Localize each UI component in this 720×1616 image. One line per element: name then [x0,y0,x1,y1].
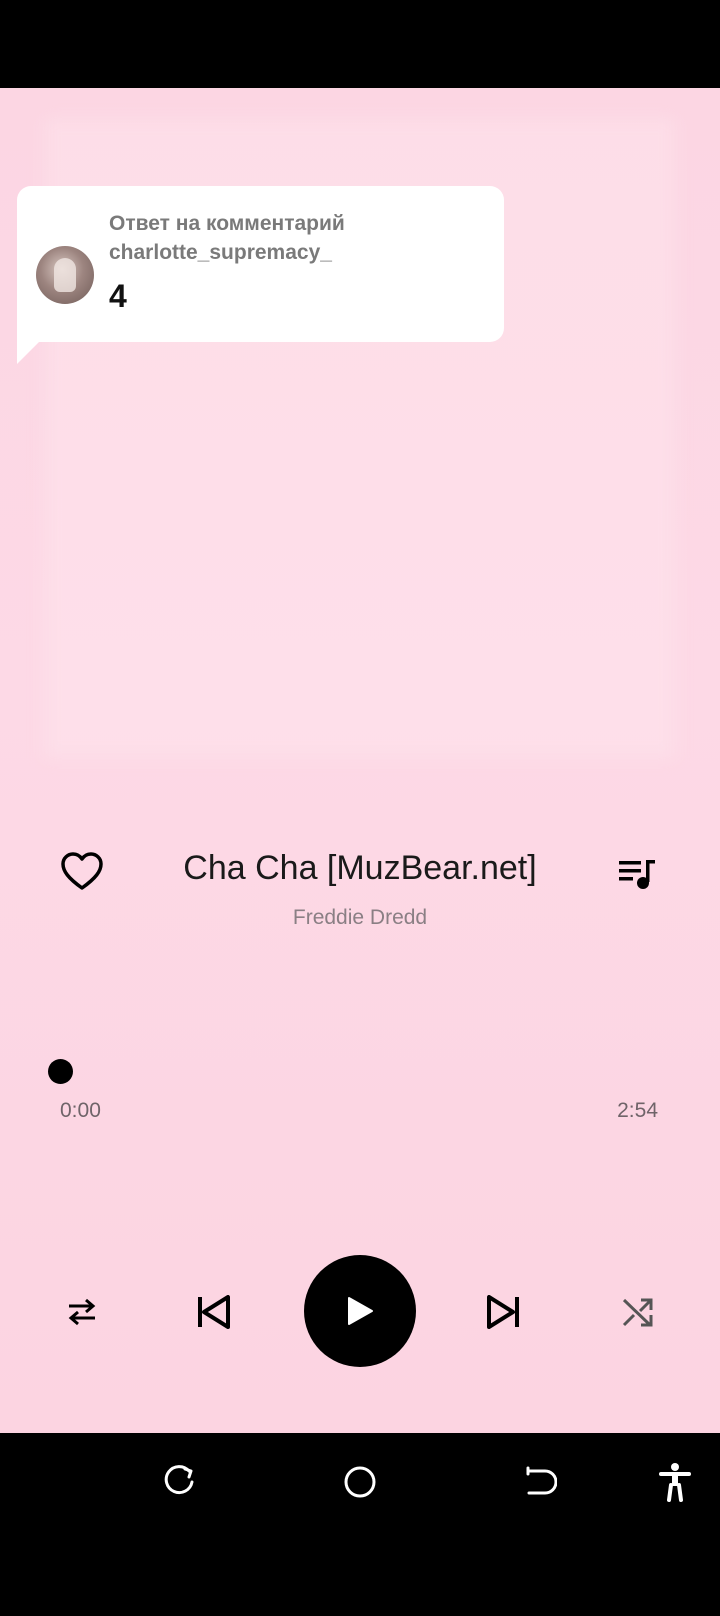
reply-username: charlotte_supremacy_ [109,241,332,264]
progress-knob[interactable] [48,1059,73,1084]
queue-button[interactable] [617,856,657,892]
previous-button[interactable] [193,1292,233,1332]
total-time: 2:54 [617,1099,658,1122]
next-button[interactable] [484,1292,524,1332]
home-icon [344,1466,376,1498]
shuffle-button[interactable] [618,1292,658,1332]
progress-bar[interactable] [48,1059,658,1084]
back-icon [526,1466,557,1495]
current-time: 0:00 [60,1099,101,1122]
playlist-icon [619,860,655,889]
reply-label: Ответ на комментарий [109,212,345,235]
avatar [36,246,94,304]
accessibility-icon [659,1463,691,1502]
home-button[interactable] [340,1462,380,1502]
skip-previous-icon [198,1295,230,1329]
heart-outline-icon [61,852,103,890]
recent-apps-button[interactable] [160,1462,200,1502]
skip-next-icon [487,1295,519,1329]
system-navigation-bar [0,1433,720,1616]
reply-comment-text: 4 [109,278,127,314]
avatar-figure [54,258,76,292]
repeat-icon [68,1298,96,1326]
play-icon [348,1297,373,1325]
track-artist[interactable]: Freddie Dredd [120,904,600,932]
recent-apps-icon [164,1465,194,1495]
status-bar [0,0,720,88]
back-button[interactable] [520,1462,560,1502]
track-title: Cha Cha [MuzBear.net] [183,849,537,887]
reply-bubble-tail [17,336,45,364]
like-button[interactable] [60,852,104,892]
repeat-button[interactable] [62,1292,102,1332]
shuffle-icon [622,1298,653,1327]
play-button[interactable] [304,1255,416,1367]
accessibility-button[interactable] [655,1462,695,1502]
